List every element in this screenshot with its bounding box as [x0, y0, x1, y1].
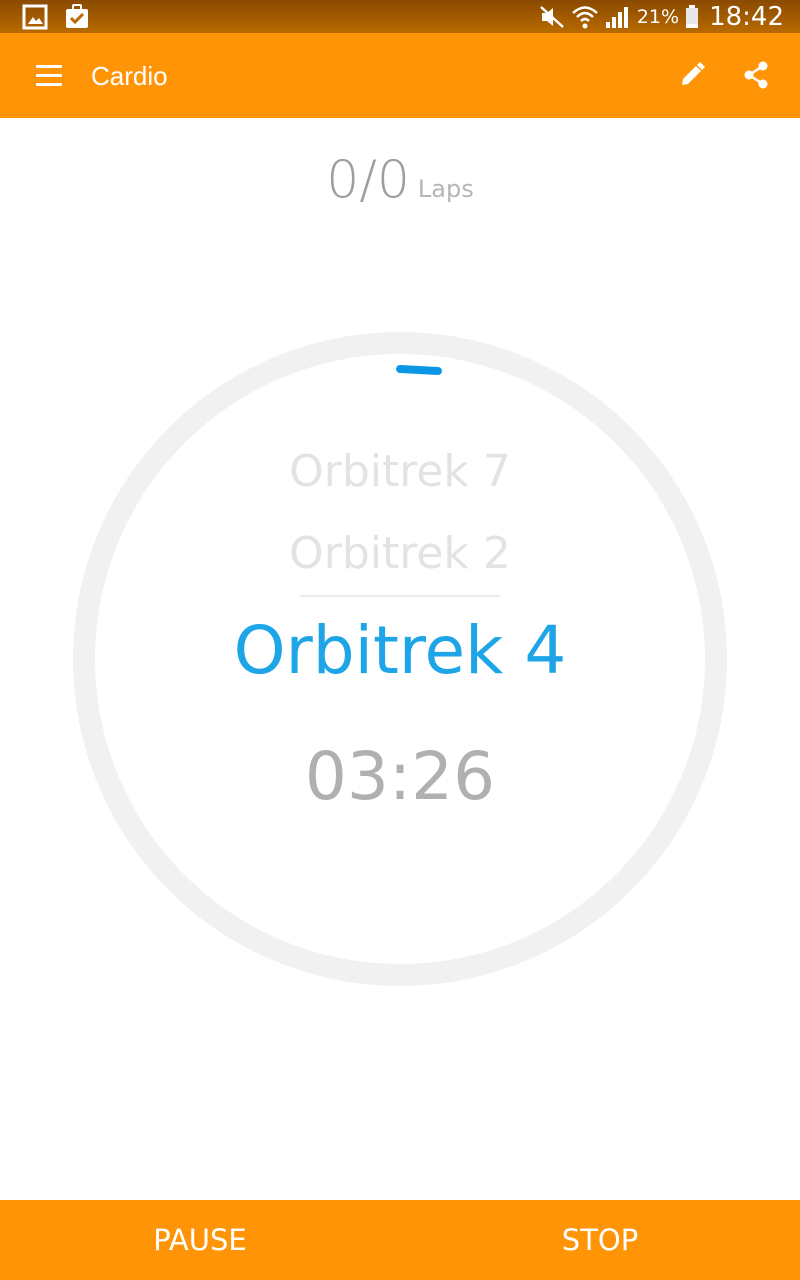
exercise-previous-2: Orbitrek 2	[289, 528, 511, 579]
wifi-icon	[571, 5, 598, 28]
clipboard-check-icon	[66, 4, 88, 28]
exercise-current: Orbitrek 4	[233, 612, 567, 689]
stop-button[interactable]: STOP	[400, 1200, 800, 1280]
mute-icon	[539, 5, 564, 28]
battery-percentage: 21%	[636, 5, 680, 28]
status-bar: 21% 18:42	[0, 0, 800, 33]
laps-count: 0/0	[326, 150, 410, 210]
clock: 18:42	[709, 1, 784, 32]
exercise-divider	[300, 595, 500, 597]
page-title: Cardio	[91, 61, 168, 91]
laps-counter: 0/0 Laps	[0, 150, 800, 210]
exercise-previous-1: Orbitrek 7	[289, 446, 511, 497]
signal-icon	[605, 6, 628, 28]
share-icon[interactable]	[742, 61, 770, 89]
menu-icon[interactable]	[36, 65, 64, 87]
laps-label: Laps	[417, 175, 474, 203]
bottom-bar: PAUSE STOP	[0, 1200, 800, 1280]
exercise-timer: 03:26	[304, 738, 496, 815]
app-bar: Cardio	[0, 33, 800, 118]
edit-icon[interactable]	[678, 61, 706, 89]
battery-icon	[686, 4, 699, 28]
gallery-icon	[22, 4, 48, 30]
pause-button[interactable]: PAUSE	[0, 1200, 400, 1280]
